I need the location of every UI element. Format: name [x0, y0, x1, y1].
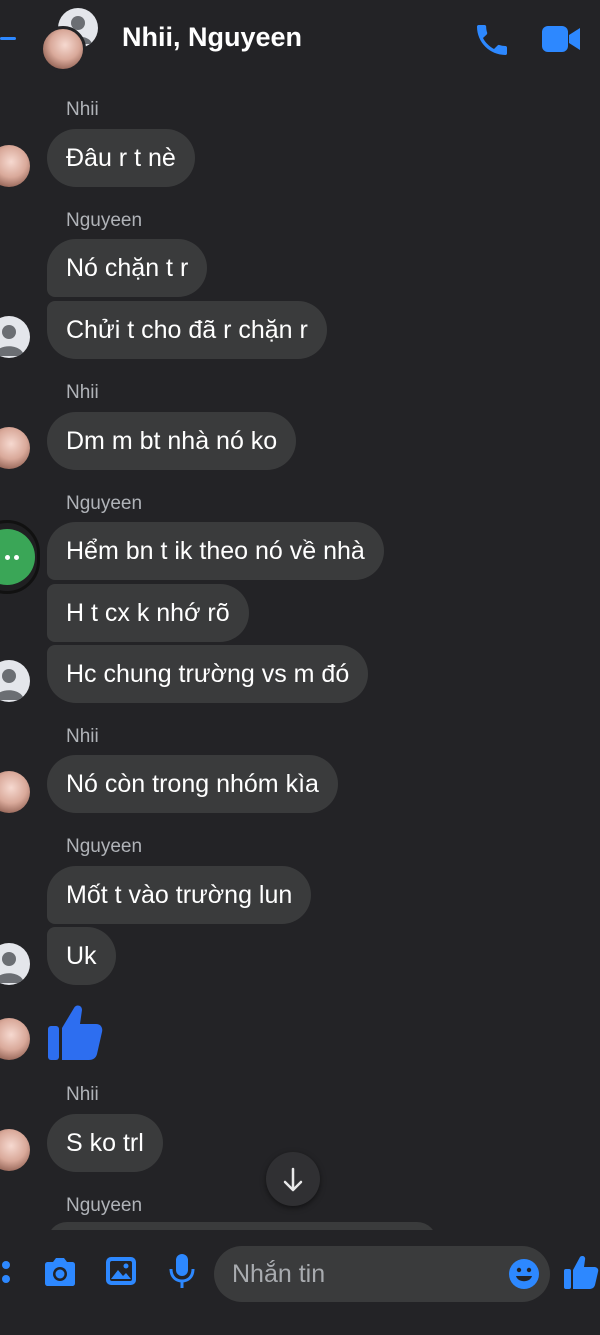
gallery-icon[interactable]	[104, 1254, 138, 1288]
avatar[interactable]	[0, 145, 30, 187]
sender-name: Nhii	[66, 382, 99, 403]
message-bubble[interactable]: Chửi t cho đã r chặn r	[47, 301, 327, 359]
avatar[interactable]	[0, 427, 30, 469]
avatar[interactable]	[0, 660, 30, 702]
message-input-placeholder: Nhắn tin	[232, 1260, 326, 1288]
more-options-icon	[0, 529, 35, 585]
phone-call-icon[interactable]	[472, 20, 512, 60]
sender-name: Nhii	[66, 1084, 99, 1105]
message-bubble[interactable]: Uk	[47, 927, 116, 985]
back-arrow-icon[interactable]	[0, 37, 16, 40]
message-bubble[interactable]: Dm m bt nhà nó ko	[47, 412, 297, 470]
member-avatar-photo	[40, 26, 86, 72]
message-bubble[interactable]: H t cx k nhớ rõ	[47, 584, 249, 642]
sender-name: Nguyeen	[66, 210, 143, 231]
avatar[interactable]	[0, 771, 30, 813]
sender-name: Nhii	[66, 99, 99, 120]
conversation-title[interactable]: Nhii, Nguyeen	[122, 22, 302, 53]
sender-name: Nhii	[66, 726, 99, 747]
message-bubble[interactable]: Đâu r t nè	[47, 129, 195, 187]
thumbs-up-icon[interactable]	[46, 1002, 104, 1062]
message-bubble[interactable]: Hểm bn t ik theo nó về nhà	[47, 522, 384, 580]
arrow-down-icon	[283, 1167, 303, 1192]
chat-head-bubble[interactable]	[0, 520, 40, 594]
message-bubble[interactable]: Nó còn trong nhóm kìa	[47, 755, 338, 813]
group-avatar[interactable]	[40, 8, 102, 72]
sender-name: Nguyeen	[66, 493, 143, 514]
more-actions-icon[interactable]	[0, 1258, 12, 1288]
emoji-icon[interactable]	[508, 1258, 540, 1290]
conversation-header: Nhii, Nguyeen	[0, 0, 600, 80]
video-call-icon[interactable]	[540, 22, 582, 56]
message-bubble[interactable]: Hc chung trường vs m đó	[47, 645, 369, 703]
message-bubble[interactable]: Nó chặn t r	[47, 239, 208, 297]
message-bubble[interactable]: S ko trl	[47, 1114, 163, 1172]
message-bubble[interactable]: Mốt t vào trường lun	[47, 866, 312, 924]
avatar[interactable]	[0, 1129, 30, 1171]
like-button-icon[interactable]	[562, 1254, 600, 1290]
camera-icon[interactable]	[42, 1256, 78, 1288]
sender-name: Nguyeen	[66, 836, 143, 857]
avatar[interactable]	[0, 316, 30, 358]
message-input[interactable]: Nhắn tin	[214, 1246, 550, 1302]
scroll-to-bottom-button[interactable]	[266, 1152, 320, 1206]
avatar[interactable]	[0, 1018, 30, 1060]
avatar[interactable]	[0, 943, 30, 985]
sender-name: Nguyeen	[66, 1195, 143, 1216]
microphone-icon[interactable]	[168, 1252, 196, 1290]
